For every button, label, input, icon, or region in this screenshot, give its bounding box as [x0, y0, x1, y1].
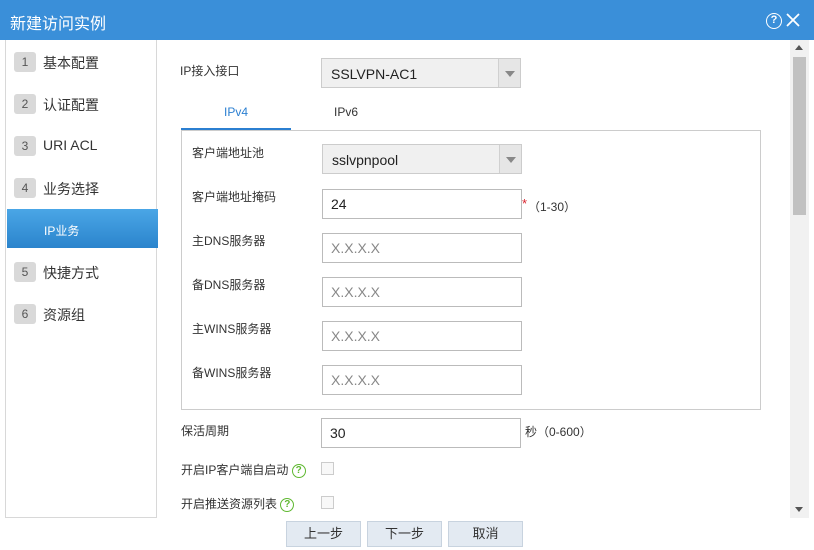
sidebar-item-service-selection[interactable]: 4 业务选择: [6, 167, 156, 207]
scroll-up-icon[interactable]: [795, 45, 803, 50]
pool-label: 客户端地址池: [192, 146, 265, 160]
sidebar-item-label: IP业务: [44, 224, 80, 238]
sidebar-item-label: 快捷方式: [43, 265, 99, 281]
next-step-button[interactable]: 下一步: [367, 521, 442, 547]
step-number: 3: [14, 136, 36, 156]
scroll-down-icon[interactable]: [795, 507, 803, 512]
ip-interface-label: IP接入接口: [180, 64, 240, 78]
keepalive-range-hint: 秒（0-600）: [525, 425, 592, 439]
autostart-label: 开启IP客户端自启动 ?: [181, 461, 306, 478]
push-resources-checkbox[interactable]: [321, 496, 334, 509]
primary-dns-input[interactable]: [322, 233, 522, 263]
chevron-down-icon: [499, 145, 521, 173]
dialog-title: 新建访问实例: [10, 16, 107, 33]
wizard-sidebar: 1 基本配置 2 认证配置 3 URI ACL 4 业务选择 IP业务 5 快捷…: [5, 40, 158, 518]
sidebar-item-uri-acl[interactable]: 3 URI ACL: [6, 125, 156, 165]
mask-input[interactable]: [322, 189, 522, 219]
sidebar-item-ip-service[interactable]: IP业务: [7, 209, 158, 248]
address-pool-value: sslvpnpool: [332, 152, 399, 168]
dns1-label: 主DNS服务器: [192, 234, 266, 248]
sidebar-item-resource-group[interactable]: 6 资源组: [6, 293, 156, 333]
dns2-label: 备DNS服务器: [192, 278, 266, 292]
ip-interface-select[interactable]: SSLVPN-AC1: [321, 58, 521, 88]
wins1-label: 主WINS服务器: [192, 322, 272, 336]
chevron-down-icon: [498, 59, 520, 87]
sidebar-item-basic-config[interactable]: 1 基本配置: [6, 41, 156, 81]
ip-service-form: IP接入接口 SSLVPN-AC1 IPv4 IPv6 客户端地址池 sslvp…: [157, 40, 814, 518]
step-number: 4: [14, 178, 36, 198]
sidebar-item-label: 认证配置: [43, 97, 99, 113]
primary-wins-input[interactable]: [322, 321, 522, 351]
dialog-titlebar: 新建访问实例 ?: [0, 0, 814, 40]
help-circle-icon[interactable]: ?: [291, 463, 306, 478]
push-resources-label-text: 开启推送资源列表: [181, 497, 278, 511]
secondary-dns-input[interactable]: [322, 277, 522, 307]
prev-step-button[interactable]: 上一步: [286, 521, 361, 547]
address-pool-select[interactable]: sslvpnpool: [322, 144, 522, 174]
sidebar-item-label: 基本配置: [43, 55, 99, 71]
tab-ipv4[interactable]: IPv4: [181, 105, 291, 130]
sidebar-item-shortcuts[interactable]: 5 快捷方式: [6, 251, 156, 291]
step-number: 2: [14, 94, 36, 114]
step-number: 6: [14, 304, 36, 324]
help-icon[interactable]: ?: [766, 13, 782, 29]
required-mark: *: [522, 196, 528, 211]
sidebar-item-auth-config[interactable]: 2 认证配置: [6, 83, 156, 123]
help-circle-icon[interactable]: ?: [280, 497, 295, 512]
cancel-button[interactable]: 取消: [448, 521, 523, 547]
vertical-scrollbar[interactable]: [790, 40, 809, 518]
mask-range-hint: （1-30）: [528, 200, 577, 214]
mask-label: 客户端地址掩码: [192, 190, 277, 204]
ip-interface-value: SSLVPN-AC1: [331, 66, 418, 82]
step-number: 5: [14, 262, 36, 282]
keepalive-label: 保活周期: [181, 424, 230, 438]
close-icon[interactable]: [786, 13, 800, 27]
sidebar-item-label: 资源组: [43, 307, 85, 323]
autostart-label-text: 开启IP客户端自启动: [181, 463, 289, 477]
autostart-checkbox[interactable]: [321, 462, 334, 475]
secondary-wins-input[interactable]: [322, 365, 522, 395]
step-number: 1: [14, 52, 36, 72]
scrollbar-thumb[interactable]: [793, 57, 806, 215]
push-resources-label: 开启推送资源列表 ?: [181, 495, 295, 512]
tab-ipv6[interactable]: IPv6: [291, 105, 401, 130]
sidebar-item-label: URI ACL: [43, 137, 98, 153]
wins2-label: 备WINS服务器: [192, 366, 272, 380]
keepalive-input[interactable]: [321, 418, 521, 448]
sidebar-item-label: 业务选择: [43, 181, 99, 197]
